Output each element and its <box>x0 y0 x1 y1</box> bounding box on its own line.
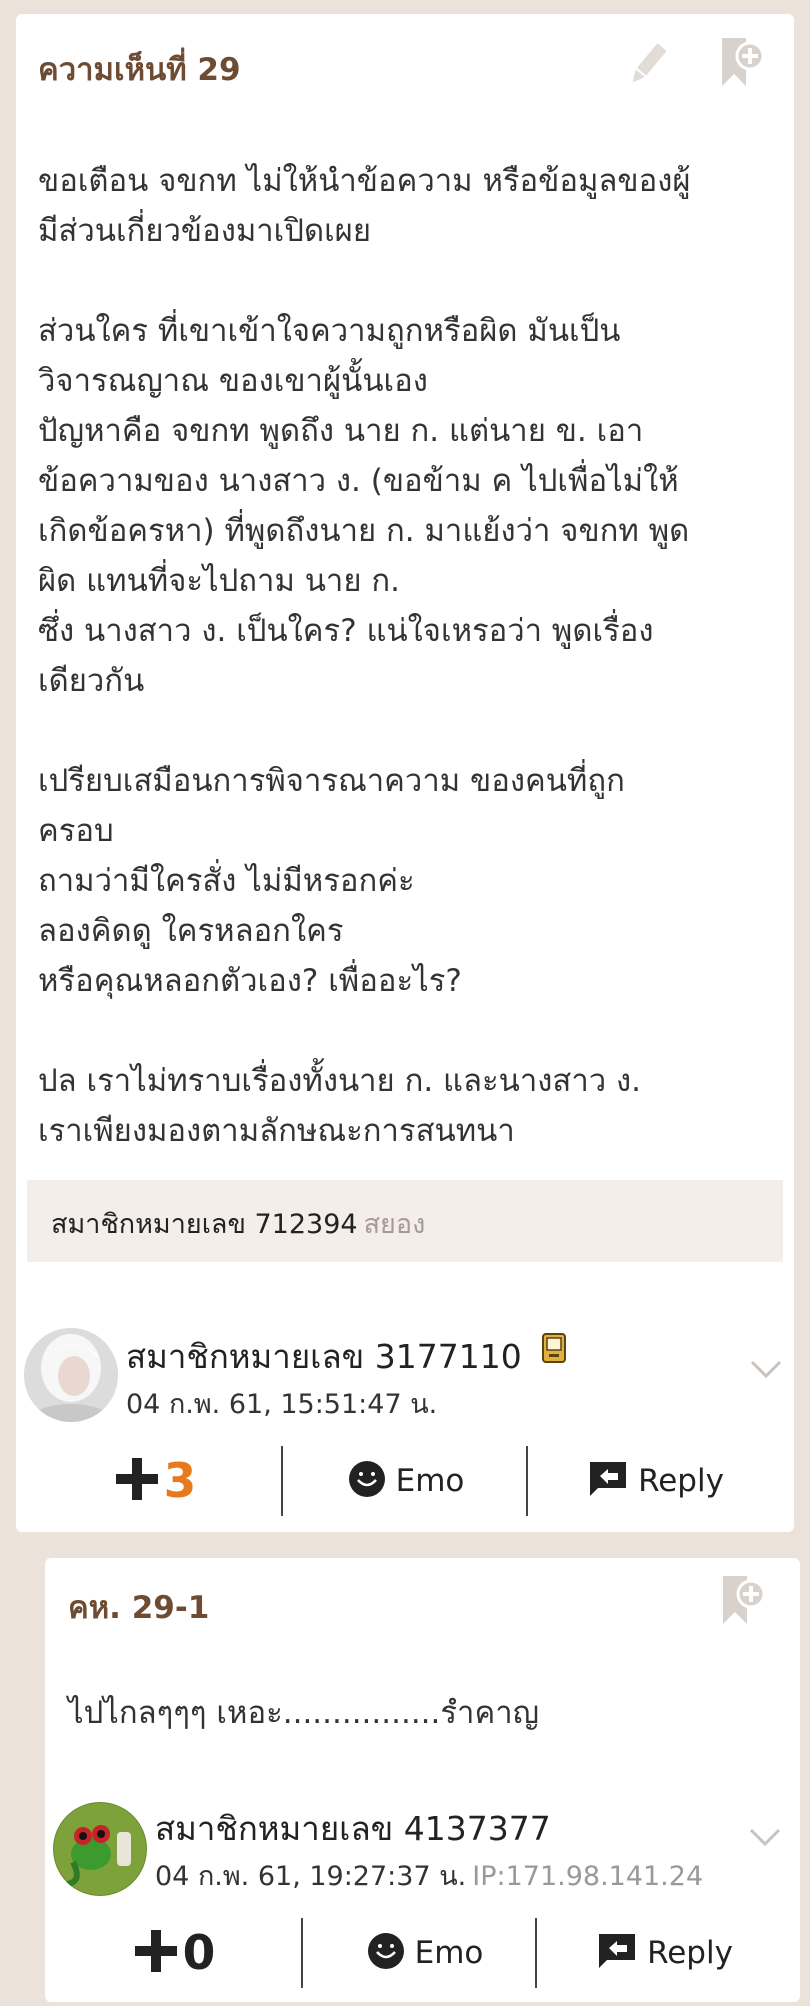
comment-body: ขอเตือน จขกท ไม่ให้นำข้อความ หรือข้อมูลข… <box>38 163 691 1149</box>
action-divider <box>281 1446 283 1516</box>
chevron-down-icon[interactable] <box>748 1354 784 1384</box>
author-date-line: 04 ก.พ. 61, 19:27:37 น. IP:171.98.141.24 <box>155 1854 703 1897</box>
bookmark-plus-icon[interactable] <box>717 1572 767 1630</box>
reply-card-29-1: คห. 29-1 ไปไกลๆๆๆ เหอะ................รำ… <box>45 1558 800 2002</box>
reply-title: คห. 29-1 <box>68 1590 210 1626</box>
action-row: 0 Emo Reply <box>45 1918 800 1988</box>
action-divider <box>526 1446 528 1516</box>
comment-title: ความเห็นที่ 29 <box>38 52 241 88</box>
author-date: 04 ก.พ. 61, 15:51:47 น. <box>126 1389 438 1420</box>
author-ip: IP:171.98.141.24 <box>472 1861 704 1892</box>
phone-badge-icon <box>541 1332 567 1364</box>
reply-button[interactable]: Reply <box>536 1446 776 1516</box>
avatar[interactable] <box>24 1328 118 1422</box>
plus-vote-button[interactable]: 3 <box>56 1446 256 1516</box>
reply-label: Reply <box>638 1463 724 1499</box>
chevron-down-icon[interactable] <box>747 1822 783 1852</box>
reply-label: Reply <box>647 1935 733 1971</box>
action-row: 3 Emo Reply <box>16 1446 794 1516</box>
quoted-member-nickname: สยอง <box>363 1209 426 1240</box>
plus-icon <box>115 1458 158 1504</box>
quoted-member-id[interactable]: สมาชิกหมายเลข 712394 <box>51 1209 358 1240</box>
emo-button[interactable]: Emo <box>305 1918 545 1988</box>
reply-button[interactable]: Reply <box>545 1918 785 1988</box>
emo-smiley-icon <box>367 1932 405 1974</box>
plus-vote-button[interactable]: 0 <box>85 1918 265 1988</box>
action-divider <box>301 1918 303 1988</box>
reply-body: ไปไกลๆๆๆ เหอะ................รำคาญ <box>68 1695 540 1731</box>
edit-pencil-icon[interactable] <box>628 38 668 90</box>
quoted-member-bar[interactable]: สมาชิกหมายเลข 712394 สยอง <box>27 1180 783 1262</box>
author-date: 04 ก.พ. 61, 19:27:37 น. <box>155 1861 467 1892</box>
emo-label: Emo <box>395 1463 465 1499</box>
plus-count: 3 <box>163 1453 197 1509</box>
author-name[interactable]: สมาชิกหมายเลข 3177110 <box>126 1330 522 1383</box>
author-name[interactable]: สมาชิกหมายเลข 4137377 <box>155 1802 551 1855</box>
comment-card-29: ความเห็นที่ 29 ขอเตือน จขกท ไม่ให้นำข้อค… <box>16 14 794 1532</box>
plus-count: 0 <box>182 1925 216 1981</box>
bookmark-plus-icon[interactable] <box>716 34 766 92</box>
action-divider <box>535 1918 537 1988</box>
avatar[interactable] <box>53 1802 147 1896</box>
plus-icon <box>134 1930 177 1976</box>
emo-smiley-icon <box>348 1460 386 1502</box>
emo-label: Emo <box>414 1935 484 1971</box>
emo-button[interactable]: Emo <box>286 1446 526 1516</box>
reply-arrow-icon <box>597 1932 637 1974</box>
reply-arrow-icon <box>588 1460 628 1502</box>
